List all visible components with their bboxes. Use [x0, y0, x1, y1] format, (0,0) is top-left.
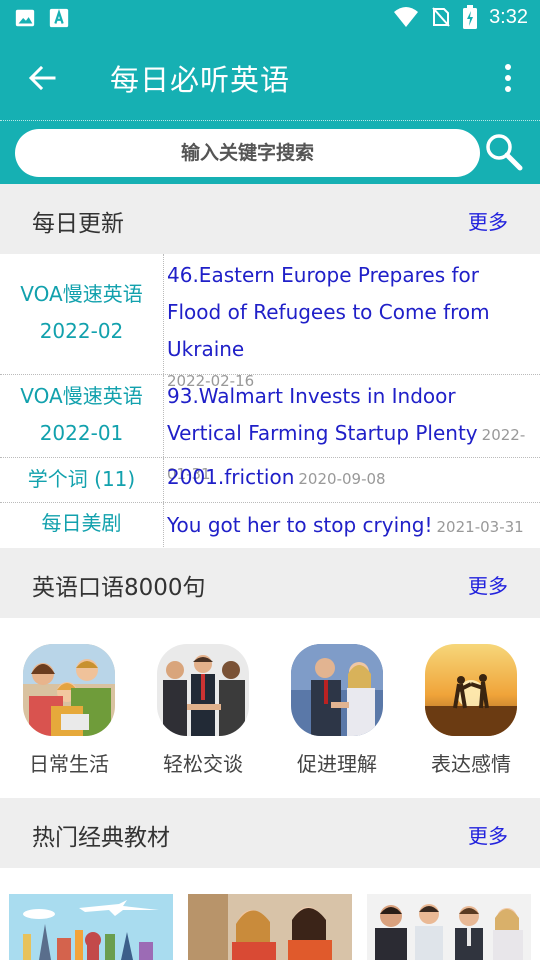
category-label: 日常生活 [29, 752, 109, 776]
textbook-card[interactable] [9, 894, 173, 960]
list-item-title[interactable]: 2001.friction 2020-09-08 [167, 459, 527, 498]
business-handshake-photo [157, 644, 249, 736]
status-bar: 3:32 [0, 0, 540, 36]
search-input[interactable] [15, 129, 480, 177]
search-bar [0, 122, 540, 184]
list-item[interactable]: VOA慢速英语 2022-01 93.Walmart Invests in In… [0, 375, 540, 483]
category-item-easy-conversation[interactable]: 轻松交谈 [148, 644, 258, 777]
font-icon [49, 8, 69, 28]
back-button[interactable] [24, 60, 60, 96]
image-icon [15, 9, 35, 27]
textbook-card[interactable] [188, 894, 352, 960]
business-meeting-photo [367, 894, 531, 960]
category-item-express-feelings[interactable]: 表达感情 [416, 644, 526, 777]
list-item-category[interactable]: 学个词 (11) [0, 458, 164, 502]
app-bar: 每日必听英语 [0, 36, 540, 122]
category-item-daily-life[interactable]: 日常生活 [14, 644, 124, 777]
section-header-daily-update: 每日更新 更多 [0, 184, 540, 254]
no-sim-icon [432, 7, 450, 27]
more-link[interactable]: 更多 [468, 570, 508, 599]
textbook-card[interactable] [367, 894, 531, 960]
section-title: 英语口语8000句 [32, 575, 206, 601]
list-item[interactable]: VOA慢速英语 2022-02 46.Eastern Europe Prepar… [0, 254, 540, 390]
category-item-promote-understanding[interactable]: 促进理解 [282, 644, 392, 777]
section-header-spoken-english: 英语口语8000句 更多 [0, 548, 540, 618]
app-bar-divider [0, 120, 540, 121]
status-time: 3:32 [489, 5, 528, 28]
section-header-classic-textbooks: 热门经典教材 更多 [0, 798, 540, 868]
section-title: 热门经典教材 [32, 825, 170, 851]
more-vert-icon[interactable] [496, 60, 520, 96]
list-item-title[interactable]: You got her to stop crying! 2021-03-31 [167, 507, 527, 546]
wifi-icon [394, 7, 419, 27]
more-link[interactable]: 更多 [468, 820, 508, 849]
students-studying-photo [188, 894, 352, 960]
sunset-couple-photo [425, 644, 517, 736]
list-item-category[interactable]: 每日美剧 [0, 503, 164, 549]
office-conversation-photo [291, 644, 383, 736]
more-link[interactable]: 更多 [468, 206, 508, 235]
textbook-row [0, 866, 540, 960]
list-item-date: 2020-09-08 [298, 470, 386, 488]
category-label: 表达感情 [431, 752, 511, 776]
battery-charging-icon [463, 5, 478, 29]
category-label: 轻松交谈 [163, 752, 243, 776]
list-item-category[interactable]: VOA慢速英语 2022-01 [0, 375, 164, 457]
category-grid: 日常生活 轻松交谈 促进理解 表达感情 [0, 618, 540, 798]
category-label: 促进理解 [297, 752, 377, 776]
arrow-left-icon [28, 65, 56, 91]
travel-landmarks-illustration [9, 894, 173, 960]
search-icon[interactable] [484, 132, 524, 172]
family-photo [23, 644, 115, 736]
page-title: 每日必听英语 [110, 63, 291, 97]
list-item-category[interactable]: VOA慢速英语 2022-02 [0, 254, 164, 374]
list-item[interactable]: 学个词 (11) 2001.friction 2020-09-08 [0, 458, 540, 502]
list-item-date: 2021-03-31 [436, 518, 524, 536]
list-item[interactable]: 每日美剧 You got her to stop crying! 2021-03-… [0, 503, 540, 549]
section-title: 每日更新 [32, 211, 124, 237]
